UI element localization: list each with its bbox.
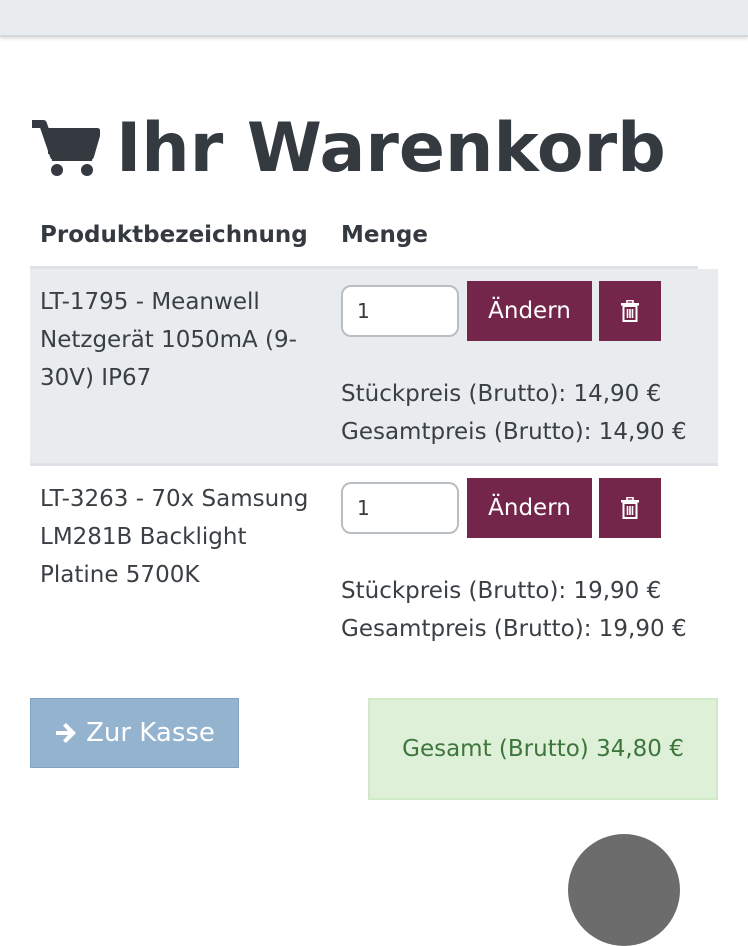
product-name: LT-1795 - Meanwell Netzgerät 1050mA (9-3… [40, 289, 297, 391]
change-quantity-button[interactable]: Ändern [467, 281, 592, 341]
quantity-input[interactable] [341, 482, 459, 534]
cart-total-label: Gesamt (Brutto) 34,80 € [402, 736, 684, 762]
page-title: Ihr Warenkorb [116, 108, 666, 188]
checkout-label: Zur Kasse [86, 718, 215, 748]
table-header: Produktbezeichnung Menge [30, 212, 698, 269]
column-header-product: Produktbezeichnung [40, 222, 308, 248]
product-name: LT-3263 - 70x Samsung LM281B Backlight P… [40, 486, 309, 588]
line-total-price: Gesamtpreis (Brutto): 14,90 € [341, 419, 687, 445]
cart-total: Gesamt (Brutto) 34,80 € [368, 698, 718, 800]
floating-action-button[interactable] [568, 834, 680, 946]
table-row: LT-3263 - 70x Samsung LM281B Backlight P… [30, 466, 718, 660]
checkout-button[interactable]: Zur Kasse [30, 698, 239, 768]
delete-item-button[interactable] [599, 478, 661, 538]
quantity-input[interactable] [341, 285, 459, 337]
page-header: Ihr Warenkorb [30, 108, 666, 188]
change-quantity-button[interactable]: Ändern [467, 478, 592, 538]
unit-price: Stückpreis (Brutto): 19,90 € [341, 578, 662, 604]
trash-icon [621, 300, 639, 322]
column-header-quantity: Menge [341, 222, 428, 248]
top-navbar [0, 0, 748, 37]
arrow-right-icon [56, 723, 77, 743]
table-row: LT-1795 - Meanwell Netzgerät 1050mA (9-3… [30, 269, 718, 466]
shopping-cart-icon [32, 120, 100, 176]
trash-icon [621, 497, 639, 519]
line-total-price: Gesamtpreis (Brutto): 19,90 € [341, 616, 687, 642]
delete-item-button[interactable] [599, 281, 661, 341]
cart-table: Produktbezeichnung Menge LT-1795 - Meanw… [30, 212, 718, 660]
unit-price: Stückpreis (Brutto): 14,90 € [341, 381, 662, 407]
